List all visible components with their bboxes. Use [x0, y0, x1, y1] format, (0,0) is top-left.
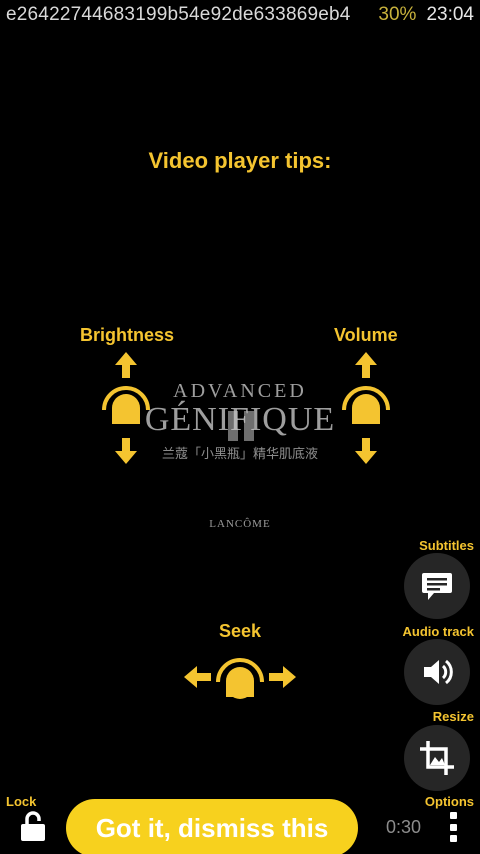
- crop-icon: [420, 741, 454, 775]
- volume-icon: [424, 659, 453, 685]
- lock-label: Lock: [6, 794, 37, 809]
- subtitles-label: Subtitles: [419, 538, 474, 553]
- subtitles-icon: [422, 573, 452, 600]
- audio-track-label: Audio track: [402, 624, 474, 639]
- brightness-label: Brightness: [80, 325, 175, 345]
- status-bar: e26422744683199b54e92de633869eb4 30% 23:…: [0, 0, 480, 30]
- resize-label: Resize: [432, 709, 474, 724]
- options-icon[interactable]: [446, 812, 460, 842]
- brightness-gesture-icon: [102, 352, 150, 464]
- audio-track-button[interactable]: [404, 639, 470, 705]
- device-id-text: e26422744683199b54e92de633869eb4: [6, 4, 351, 25]
- ad-line-advanced: ADVANCED: [173, 380, 307, 402]
- resize-button[interactable]: [404, 725, 470, 791]
- subtitles-button[interactable]: [404, 553, 470, 619]
- playback-time: 0:30: [386, 817, 422, 837]
- volume-label: Volume: [334, 325, 398, 345]
- dismiss-button[interactable]: Got it, dismiss this: [66, 799, 358, 854]
- clock: 23:04: [426, 4, 474, 25]
- pause-icon[interactable]: [221, 411, 261, 441]
- seek-gesture-icon: [184, 658, 296, 699]
- seek-label: Seek: [219, 621, 262, 641]
- options-label: Options: [424, 794, 474, 809]
- ad-line-chinese: 兰蔻「小黑瓶」精华肌底液: [161, 446, 318, 461]
- tips-title: Video player tips:: [148, 148, 332, 173]
- status-right: 30% 23:04: [378, 4, 474, 26]
- ad-brand-logo: LANCÔME: [209, 518, 271, 530]
- battery-level: 30%: [378, 4, 417, 25]
- lock-icon[interactable]: [20, 810, 46, 842]
- volume-gesture-icon: [342, 352, 390, 464]
